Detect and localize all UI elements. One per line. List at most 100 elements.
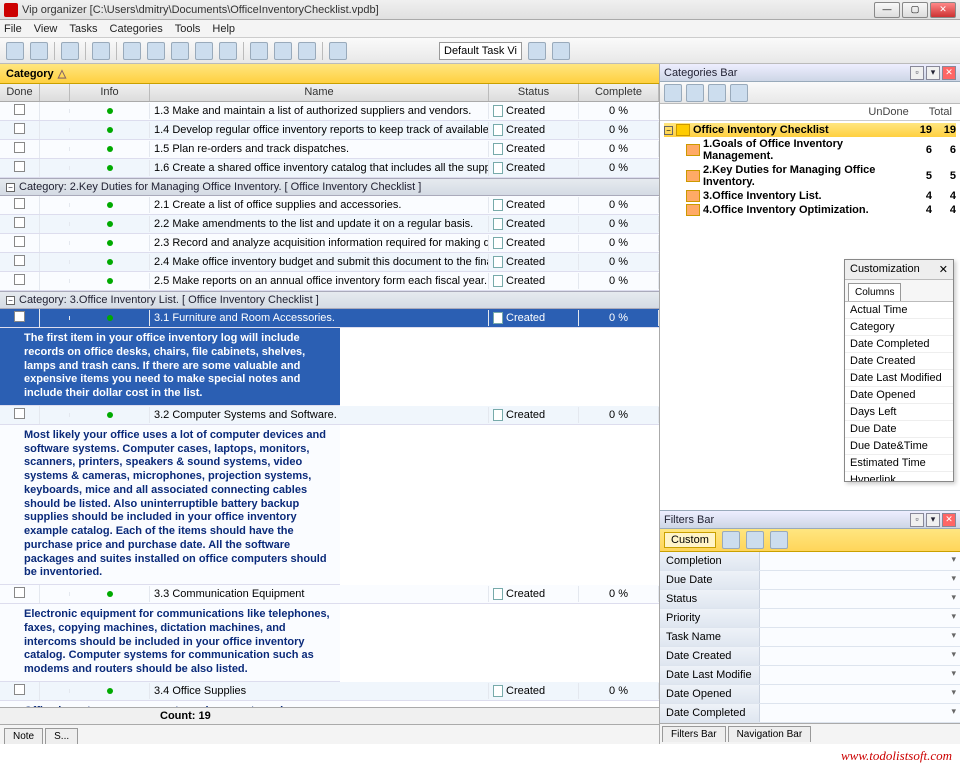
col-complete[interactable]: Complete <box>579 84 659 101</box>
done-checkbox[interactable] <box>14 198 25 209</box>
tool-icon[interactable] <box>722 531 740 549</box>
done-checkbox[interactable] <box>14 161 25 172</box>
column-item[interactable]: Date Completed <box>845 336 953 353</box>
task-row[interactable]: 3.2 Computer Systems and Software.Create… <box>0 406 659 425</box>
menu-tools[interactable]: Tools <box>175 23 201 35</box>
done-checkbox[interactable] <box>14 123 25 134</box>
tool-icon[interactable] <box>219 42 237 60</box>
tool-icon[interactable] <box>123 42 141 60</box>
columns-list[interactable]: Actual TimeCategoryDate CompletedDate Cr… <box>845 301 953 481</box>
tool-icon[interactable] <box>746 531 764 549</box>
column-item[interactable]: Date Last Modified <box>845 370 953 387</box>
task-row[interactable]: 3.4 Office SuppliesCreated0 % <box>0 682 659 701</box>
bottom-tab[interactable]: Note <box>4 728 43 744</box>
menu-tasks[interactable]: Tasks <box>69 23 97 35</box>
filter-value[interactable] <box>760 628 960 646</box>
right-tab[interactable]: Navigation Bar <box>728 726 812 742</box>
tool-icon[interactable] <box>274 42 292 60</box>
task-row[interactable]: 3.1 Furniture and Room Accessories.Creat… <box>0 309 659 328</box>
view-combo[interactable]: Default Task Vi <box>439 42 522 60</box>
column-item[interactable]: Date Created <box>845 353 953 370</box>
tool-icon[interactable] <box>664 84 682 102</box>
filter-value[interactable] <box>760 666 960 684</box>
maximize-button[interactable]: ▢ <box>902 2 928 18</box>
filter-value[interactable] <box>760 704 960 722</box>
tree-node[interactable]: 1.Goals of Office Inventory Management.6… <box>664 137 956 163</box>
minimize-button[interactable]: — <box>874 2 900 18</box>
col-priority[interactable] <box>40 84 70 101</box>
done-checkbox[interactable] <box>14 408 25 419</box>
task-row[interactable]: 1.6 Create a shared office inventory cat… <box>0 159 659 178</box>
print-icon[interactable] <box>61 42 79 60</box>
column-item[interactable]: Due Date&Time <box>845 438 953 455</box>
right-tab[interactable]: Filters Bar <box>662 726 726 742</box>
panel-close-button[interactable]: ✕ <box>942 66 956 80</box>
filter-value[interactable] <box>760 552 960 570</box>
categories-tree[interactable]: −Office Inventory Checklist19191.Goals o… <box>660 121 960 219</box>
task-row[interactable]: 2.2 Make amendments to the list and upda… <box>0 215 659 234</box>
filter-value[interactable] <box>760 590 960 608</box>
tree-node[interactable]: 3.Office Inventory List.44 <box>664 189 956 203</box>
task-row[interactable]: 3.3 Communication EquipmentCreated0 % <box>0 585 659 604</box>
task-row[interactable]: 1.4 Develop regular office inventory rep… <box>0 121 659 140</box>
col-info[interactable]: Info <box>70 84 150 101</box>
tree-root[interactable]: −Office Inventory Checklist1919 <box>664 123 956 137</box>
tool-icon[interactable] <box>147 42 165 60</box>
panel-close-button[interactable]: ✕ <box>939 263 948 276</box>
done-checkbox[interactable] <box>14 274 25 285</box>
col-name[interactable]: Name <box>150 84 489 101</box>
col-status[interactable]: Status <box>489 84 579 101</box>
expand-icon[interactable]: − <box>664 126 673 135</box>
new-icon[interactable] <box>6 42 24 60</box>
filter-value[interactable] <box>760 647 960 665</box>
filter-value[interactable] <box>760 571 960 589</box>
panel-button[interactable]: ▾ <box>926 66 940 80</box>
panel-button[interactable]: ▫ <box>910 513 924 527</box>
open-icon[interactable] <box>30 42 48 60</box>
menu-help[interactable]: Help <box>212 23 235 35</box>
tool-icon[interactable] <box>730 84 748 102</box>
done-checkbox[interactable] <box>14 236 25 247</box>
tool-icon[interactable] <box>171 42 189 60</box>
task-row[interactable]: 2.4 Make office inventory budget and sub… <box>0 253 659 272</box>
tool-icon[interactable] <box>250 42 268 60</box>
col-done[interactable]: Done <box>0 84 40 101</box>
done-checkbox[interactable] <box>14 684 25 695</box>
grid-body[interactable]: 1.3 Make and maintain a list of authoriz… <box>0 102 659 707</box>
column-item[interactable]: Days Left <box>845 404 953 421</box>
tool-icon[interactable] <box>92 42 110 60</box>
tool-icon[interactable] <box>770 531 788 549</box>
group-header[interactable]: −Category: 3.Office Inventory List. [ Of… <box>0 291 659 309</box>
task-row[interactable]: 2.3 Record and analyze acquisition infor… <box>0 234 659 253</box>
task-row[interactable]: 1.5 Plan re-orders and track dispatches.… <box>0 140 659 159</box>
column-item[interactable]: Category <box>845 319 953 336</box>
tool-icon[interactable] <box>708 84 726 102</box>
column-item[interactable]: Estimated Time <box>845 455 953 472</box>
tool-icon[interactable] <box>552 42 570 60</box>
task-row[interactable]: 1.3 Make and maintain a list of authoriz… <box>0 102 659 121</box>
tool-icon[interactable] <box>195 42 213 60</box>
columns-tab[interactable]: Columns <box>848 283 901 301</box>
close-button[interactable]: ✕ <box>930 2 956 18</box>
column-item[interactable]: Due Date <box>845 421 953 438</box>
menu-file[interactable]: File <box>4 23 22 35</box>
group-by-band[interactable]: Category △ <box>0 64 659 84</box>
done-checkbox[interactable] <box>14 255 25 266</box>
tool-icon[interactable] <box>298 42 316 60</box>
bottom-tab[interactable]: S... <box>45 728 78 744</box>
tree-node[interactable]: 2.Key Duties for Managing Office Invento… <box>664 163 956 189</box>
tool-icon[interactable] <box>686 84 704 102</box>
customization-panel[interactable]: Customization ✕ Columns Actual TimeCateg… <box>844 259 954 482</box>
column-item[interactable]: Hyperlink <box>845 472 953 481</box>
done-checkbox[interactable] <box>14 217 25 228</box>
tool-icon[interactable] <box>329 42 347 60</box>
done-checkbox[interactable] <box>14 311 25 322</box>
menu-view[interactable]: View <box>34 23 58 35</box>
collapse-icon[interactable]: − <box>6 296 15 305</box>
panel-close-button[interactable]: ✕ <box>942 513 956 527</box>
done-checkbox[interactable] <box>14 104 25 115</box>
panel-button[interactable]: ▫ <box>910 66 924 80</box>
task-row[interactable]: 2.5 Make reports on an annual office inv… <box>0 272 659 291</box>
tree-node[interactable]: 4.Office Inventory Optimization.44 <box>664 203 956 217</box>
collapse-icon[interactable]: − <box>6 183 15 192</box>
